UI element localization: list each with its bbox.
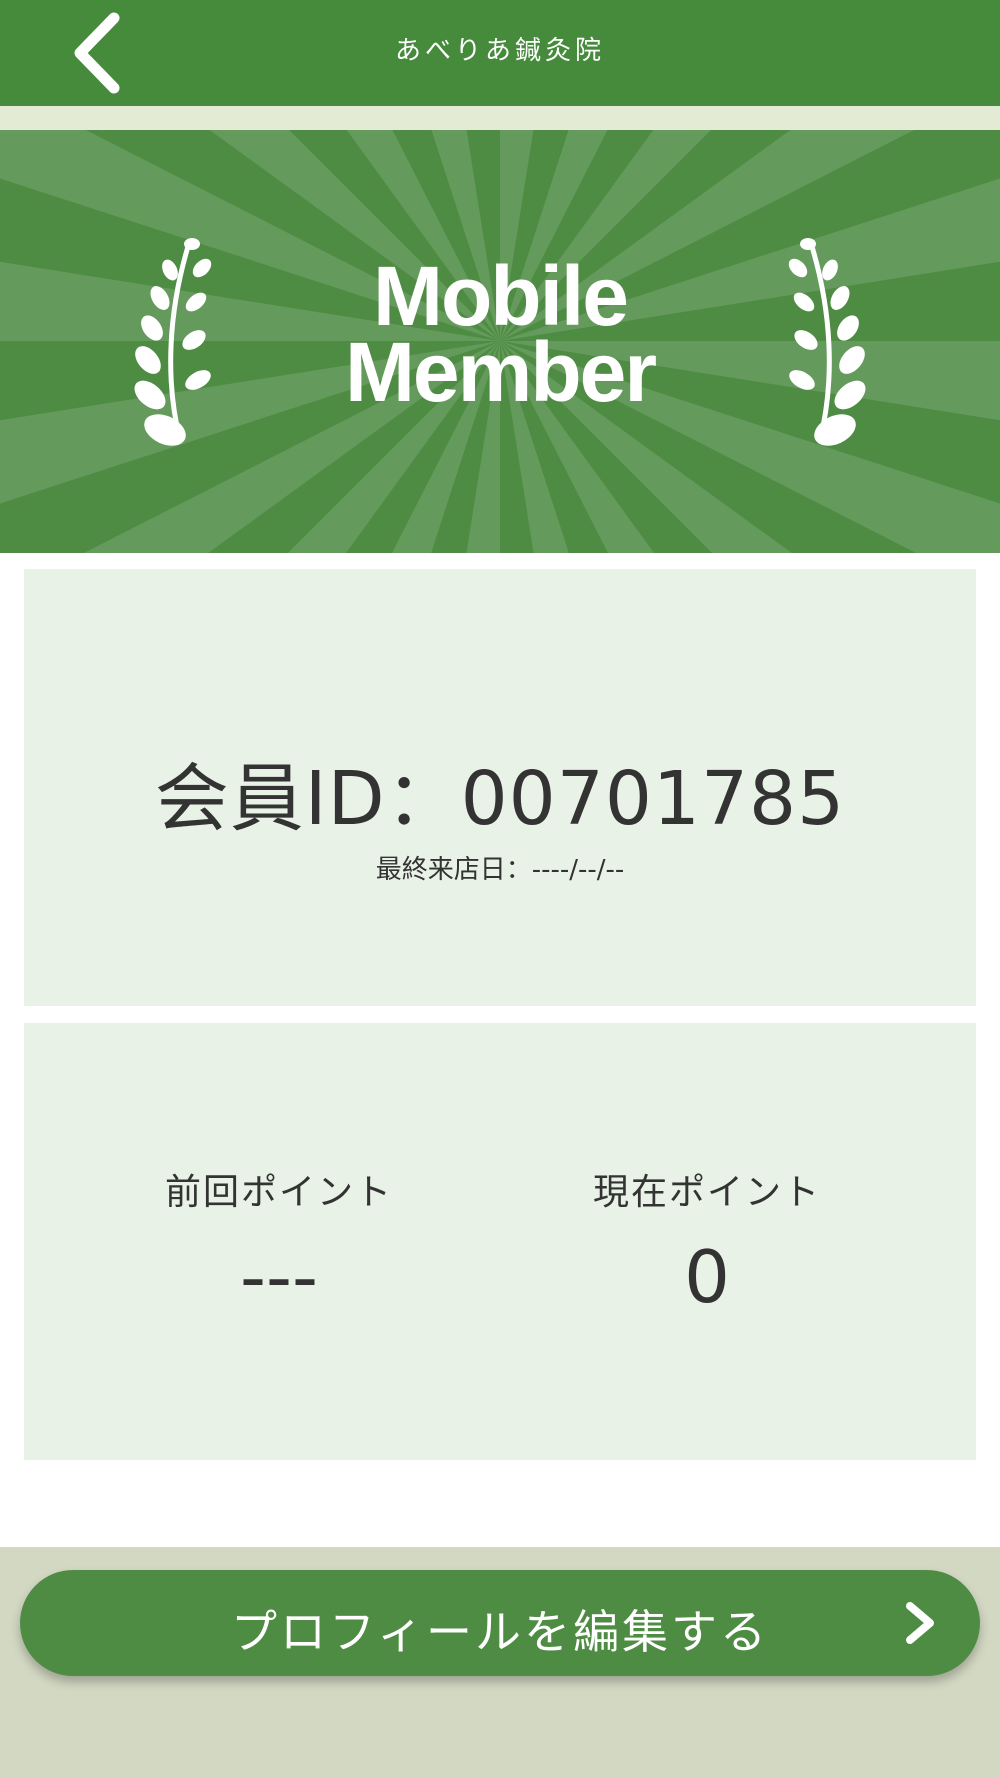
last-visit-date: 最終来店日：----/--/-- bbox=[375, 855, 625, 885]
member-id: 会員ID：00701785 bbox=[154, 756, 846, 842]
previous-points-value: --- bbox=[240, 1235, 318, 1319]
member-banner: Mobile Member bbox=[0, 130, 1000, 553]
edit-profile-label: プロフィールを編集する bbox=[230, 1605, 770, 1659]
previous-points-label: 前回ポイント bbox=[164, 1172, 393, 1213]
header-divider bbox=[0, 106, 1000, 130]
member-id-card: 会員ID：00701785 最終来店日：----/--/-- bbox=[24, 569, 976, 1006]
banner-title-line1: Mobile bbox=[373, 249, 629, 343]
main-content: 会員ID：00701785 最終来店日：----/--/-- 前回ポイント --… bbox=[0, 553, 1000, 1547]
points-card: 前回ポイント --- 現在ポイント 0 bbox=[24, 1023, 976, 1460]
chevron-right-icon bbox=[906, 1602, 934, 1644]
current-points-value: 0 bbox=[684, 1235, 730, 1319]
previous-points: 前回ポイント --- bbox=[64, 1163, 494, 1319]
current-points-label: 現在ポイント bbox=[592, 1172, 821, 1213]
header-bar: あべりあ鍼灸院 bbox=[0, 0, 1000, 106]
banner-title-line2: Member bbox=[344, 325, 657, 419]
edit-profile-button[interactable]: プロフィールを編集する bbox=[20, 1570, 980, 1676]
app-title: あべりあ鍼灸院 bbox=[394, 36, 605, 66]
banner-title: Mobile Member bbox=[0, 249, 1000, 419]
current-points: 現在ポイント 0 bbox=[492, 1163, 922, 1319]
